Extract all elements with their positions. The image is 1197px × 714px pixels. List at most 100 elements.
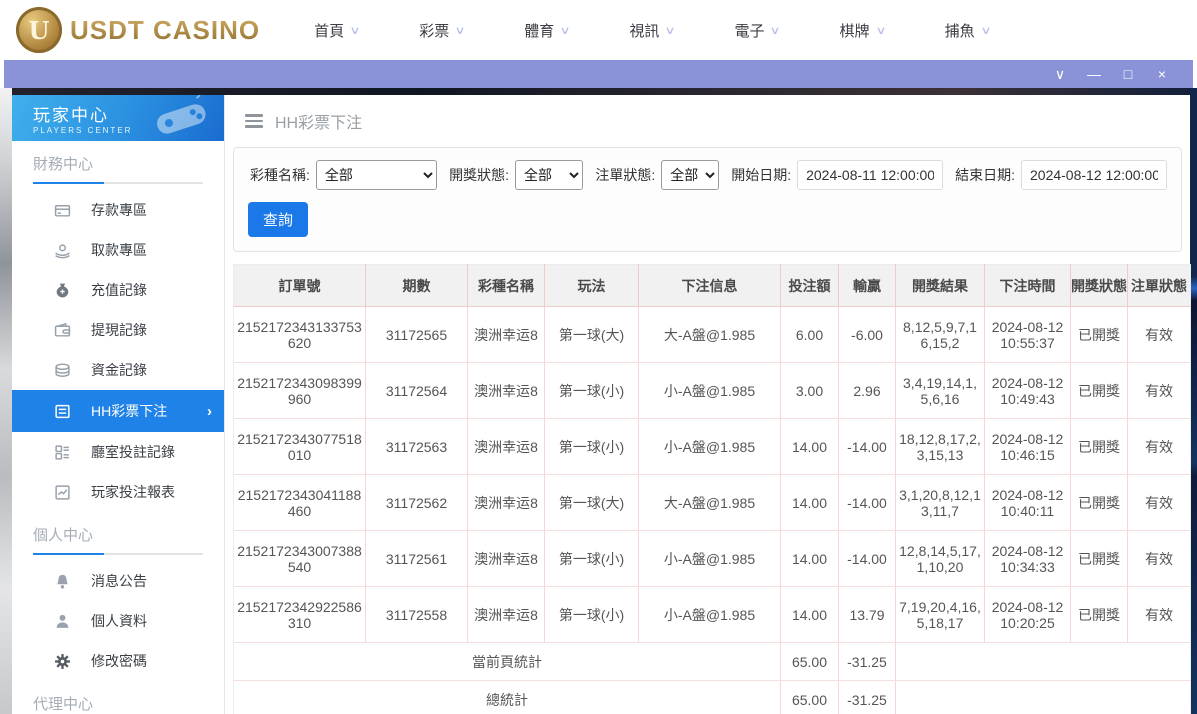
order-status-select[interactable]: 全部 — [661, 160, 719, 190]
lottery-name-select[interactable]: 全部 — [316, 160, 437, 190]
table-cell: 小-A盤@1.985 — [639, 419, 781, 475]
chevron-down-icon: ∨ — [875, 24, 886, 37]
sidebar-header: 玩家中心 PLAYERS CENTER — [12, 95, 224, 141]
nav-item-electronic[interactable]: 電子∨ — [734, 20, 779, 41]
table-cell: 31172561 — [366, 531, 468, 587]
withdraw-hand-icon — [54, 242, 71, 259]
draw-status-select[interactable]: 全部 — [515, 160, 583, 190]
nav-item-video[interactable]: 視訊∨ — [629, 20, 674, 41]
chevron-right-icon: › — [207, 403, 212, 420]
table-row: 215217234309839996031172564澳洲幸运8第一球(小)小-… — [234, 363, 1191, 419]
sidebar-item-change-password[interactable]: 修改密碼 — [12, 641, 224, 681]
logo-text: USDT CASINO — [70, 15, 260, 46]
table-cell: 小-A盤@1.985 — [639, 587, 781, 643]
table-cell: 第一球(小) — [545, 587, 639, 643]
table-cell: 2152172343133753620 — [234, 307, 366, 363]
table-cell: 2.96 — [839, 363, 896, 419]
sidebar-item-announcements[interactable]: 消息公告 — [12, 561, 224, 601]
table-cell: 已開獎 — [1071, 307, 1128, 363]
chevron-down-icon: ∨ — [560, 24, 571, 37]
nav-item-home[interactable]: 首頁∨ — [314, 20, 359, 41]
section-finance-label: 財務中心 — [33, 153, 224, 174]
table-cell: 有效 — [1128, 419, 1191, 475]
table-cell: 8,12,5,9,7,16,15,2 — [896, 307, 985, 363]
grand-summary-label: 總統計 — [234, 681, 781, 714]
sidebar-item-hh-lottery-bet[interactable]: HH彩票下注 › — [12, 390, 224, 432]
nav-item-fishing[interactable]: 捕魚∨ — [945, 20, 990, 41]
column-header: 輸贏 — [839, 265, 896, 307]
window-restore-button[interactable]: ∨ — [1043, 60, 1077, 88]
table-cell: -14.00 — [839, 531, 896, 587]
sidebar-item-funds-record[interactable]: 資金記錄 — [12, 350, 224, 390]
table-cell: 2024-08-12 10:40:11 — [985, 475, 1071, 531]
table-body: 215217234313375362031172565澳洲幸运8第一球(大)大-… — [234, 307, 1191, 643]
nav-item-sports[interactable]: 體育∨ — [524, 20, 569, 41]
site-logo[interactable]: U USDT CASINO — [16, 7, 260, 53]
start-date-label: 開始日期: — [731, 165, 791, 185]
table-cell: 澳洲幸运8 — [468, 587, 545, 643]
vertical-scrollbar[interactable] — [1190, 88, 1197, 714]
column-header: 期數 — [366, 265, 468, 307]
sidebar-item-profile[interactable]: 個人資料 — [12, 601, 224, 641]
table-cell: 6.00 — [781, 307, 839, 363]
end-date-input[interactable] — [1021, 160, 1167, 190]
table-cell: 澳洲幸运8 — [468, 475, 545, 531]
table-cell: 有效 — [1128, 587, 1191, 643]
sidebar-item-room-bet-record[interactable]: 廳室投註記錄 — [12, 432, 224, 472]
table-cell: 3,4,19,14,1,5,6,16 — [896, 363, 985, 419]
table-cell: 有效 — [1128, 531, 1191, 587]
window-maximize-button[interactable]: □ — [1111, 60, 1145, 88]
menu-toggle-icon[interactable] — [245, 114, 263, 128]
coins-icon — [54, 362, 71, 379]
table-cell: 31172562 — [366, 475, 468, 531]
table-cell: -6.00 — [839, 307, 896, 363]
bet-records-table: 訂單號期數彩種名稱玩法下注信息投注額輸贏開獎結果下注時間開獎狀態注單狀態 215… — [233, 264, 1191, 714]
table-cell: 3,1,20,8,12,13,11,7 — [896, 475, 985, 531]
page-summary-label: 當前頁統計 — [234, 643, 781, 681]
window-titlebar: ∨ — □ × — [4, 60, 1193, 88]
nav-item-chess[interactable]: 棋牌∨ — [840, 20, 885, 41]
sidebar: 玩家中心 PLAYERS CENTER 財務中心 存款專區 — [12, 95, 225, 714]
table-cell: 13.79 — [839, 587, 896, 643]
grand-bet-total: 65.00 — [781, 681, 839, 714]
nav-item-lottery[interactable]: 彩票∨ — [419, 20, 464, 41]
start-date-input[interactable] — [797, 160, 943, 190]
column-header: 彩種名稱 — [468, 265, 545, 307]
chevron-down-icon: ∨ — [980, 24, 991, 37]
sidebar-item-recharge-record[interactable]: 充值記錄 — [12, 270, 224, 310]
main-nav: 首頁∨ 彩票∨ 體育∨ 視訊∨ 電子∨ 棋牌∨ 捕魚∨ — [314, 20, 990, 41]
window-close-button[interactable]: × — [1145, 60, 1179, 88]
sidebar-item-withdraw-record[interactable]: 提現記錄 — [12, 310, 224, 350]
window-minimize-button[interactable]: — — [1077, 60, 1111, 88]
table-cell: 有效 — [1128, 363, 1191, 419]
table-cell: 有效 — [1128, 475, 1191, 531]
gear-icon — [54, 653, 71, 670]
bet-list-icon — [54, 403, 71, 420]
table-cell: 第一球(小) — [545, 531, 639, 587]
chevron-down-icon: ∨ — [770, 24, 781, 37]
query-button[interactable]: 查詢 — [248, 202, 308, 237]
table-cell: 2024-08-12 10:34:33 — [985, 531, 1071, 587]
table-cell: 12,8,14,5,17,1,10,20 — [896, 531, 985, 587]
sidebar-item-deposit[interactable]: 存款專區 — [12, 190, 224, 230]
sidebar-item-withdraw[interactable]: 取款專區 — [12, 230, 224, 270]
table-cell: 31172565 — [366, 307, 468, 363]
clipboard-list-icon — [54, 444, 71, 461]
report-chart-icon — [54, 484, 71, 501]
chevron-down-icon: ∨ — [455, 24, 466, 37]
lottery-name-label: 彩種名稱: — [250, 165, 310, 185]
table-cell: 2152172343077518010 — [234, 419, 366, 475]
table-row: 215217234300738854031172561澳洲幸运8第一球(小)小-… — [234, 531, 1191, 587]
window-top-shadow — [12, 88, 1190, 95]
money-bag-icon — [54, 282, 71, 299]
table-cell: 澳洲幸运8 — [468, 419, 545, 475]
section-divider — [33, 182, 203, 184]
end-date-label: 結束日期: — [955, 165, 1015, 185]
table-cell: 第一球(大) — [545, 307, 639, 363]
table-cell: 澳洲幸运8 — [468, 531, 545, 587]
sidebar-item-player-bet-report[interactable]: 玩家投注報表 — [12, 472, 224, 512]
table-cell: 小-A盤@1.985 — [639, 363, 781, 419]
main-content: HH彩票下注 彩種名稱: 全部 開獎狀態: 全部 注單狀態: 全部 開始日期: … — [225, 95, 1190, 714]
table-cell: 已開獎 — [1071, 419, 1128, 475]
table-cell: 2152172342922586310 — [234, 587, 366, 643]
